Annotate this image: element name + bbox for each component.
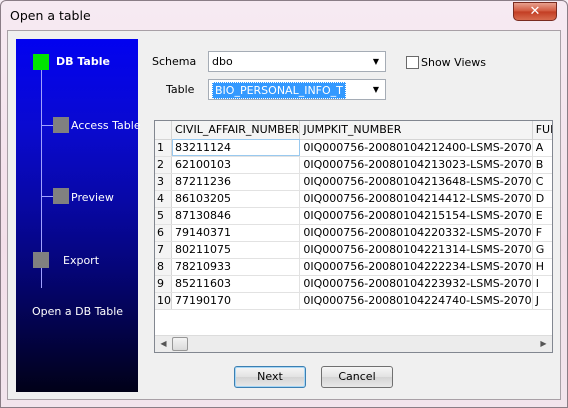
column-header-jumpkit-number[interactable]: JUMPKIT_NUMBER bbox=[299, 121, 533, 140]
scroll-left-icon[interactable]: ◀ bbox=[155, 336, 172, 352]
table-cell[interactable]: 85211603 bbox=[171, 275, 301, 293]
corner-header-cell[interactable] bbox=[155, 121, 172, 140]
table-row[interactable]: 5 87130846 0IQ000756-20080104215154-LSMS-2… bbox=[155, 207, 552, 225]
step-label-access-table: Access Table bbox=[71, 119, 141, 132]
step-connector-preview bbox=[41, 196, 53, 197]
table-cell[interactable]: 0IQ000756-20080104212400-LSMS-2070 bbox=[299, 139, 533, 157]
row-number-cell[interactable]: 5 bbox=[155, 207, 172, 225]
row-number-cell[interactable]: 6 bbox=[155, 224, 172, 242]
table-cell[interactable]: B bbox=[532, 156, 552, 174]
table-cell[interactable]: C bbox=[532, 173, 552, 191]
row-number-cell[interactable]: 3 bbox=[155, 173, 172, 191]
preview-table: CIVIL_AFFAIR_NUMBER JUMPKIT_NUMBER FUL 1… bbox=[155, 121, 552, 310]
column-header-civil-affair-number[interactable]: CIVIL_AFFAIR_NUMBER bbox=[171, 121, 301, 140]
table-cell[interactable]: 83211124 bbox=[171, 139, 301, 157]
step-label-db-table: DB Table bbox=[56, 55, 110, 68]
window-title: Open a table bbox=[10, 8, 91, 23]
table-row[interactable]: 8 78210933 0IQ000756-20080104222234-LSMS-2… bbox=[155, 258, 552, 276]
table-cell[interactable]: 87211236 bbox=[171, 173, 301, 191]
table-row[interactable]: 4 86103205 0IQ000756-20080104214412-LSMS-2… bbox=[155, 190, 552, 208]
table-cell[interactable]: I bbox=[532, 275, 552, 293]
dialog-client-area: DB Table Access Table Preview Export Ope… bbox=[7, 30, 561, 400]
table-dropdown[interactable]: BIO_PERSONAL_INFO_T ▼ bbox=[208, 79, 386, 100]
table-value: BIO_PERSONAL_INFO_T bbox=[212, 82, 346, 99]
dropdown-arrow-icon: ▼ bbox=[372, 57, 380, 66]
preview-data-grid[interactable]: CIVIL_AFFAIR_NUMBER JUMPKIT_NUMBER FUL 1… bbox=[154, 120, 553, 353]
table-row[interactable]: 3 87211236 0IQ000756-20080104213648-LSMS-2… bbox=[155, 173, 552, 191]
table-cell[interactable]: H bbox=[532, 258, 552, 276]
table-cell[interactable]: E bbox=[532, 207, 552, 225]
row-number-cell[interactable]: 8 bbox=[155, 258, 172, 276]
step-connector-access bbox=[41, 125, 53, 126]
table-cell[interactable]: F bbox=[532, 224, 552, 242]
table-cell[interactable]: 0IQ000756-20080104214412-LSMS-2070 bbox=[299, 190, 533, 208]
table-cell[interactable]: 0IQ000756-20080104222234-LSMS-2070 bbox=[299, 258, 533, 276]
dialog-window: Open a table ✕ DB Table Access Table Pre… bbox=[0, 0, 568, 408]
row-number-cell[interactable]: 2 bbox=[155, 156, 172, 174]
table-cell[interactable]: 0IQ000756-20080104213648-LSMS-2070 bbox=[299, 173, 533, 191]
table-cell[interactable]: G bbox=[532, 241, 552, 259]
table-row[interactable]: 10 77190170 0IQ000756-20080104224740-LSMS-… bbox=[155, 292, 552, 310]
table-cell[interactable]: 0IQ000756-20080104215154-LSMS-2070 bbox=[299, 207, 533, 225]
close-button[interactable]: ✕ bbox=[513, 2, 557, 21]
table-cell[interactable]: 87130846 bbox=[171, 207, 301, 225]
scroll-right-icon[interactable]: ▶ bbox=[535, 336, 552, 352]
row-number-cell[interactable]: 4 bbox=[155, 190, 172, 208]
table-cell[interactable]: D bbox=[532, 190, 552, 208]
table-cell[interactable]: 0IQ000756-20080104213023-LSMS-2070 bbox=[299, 156, 533, 174]
scrollbar-thumb[interactable] bbox=[172, 337, 188, 351]
table-cell[interactable]: 79140371 bbox=[171, 224, 301, 242]
step-label-preview: Preview bbox=[71, 191, 114, 204]
title-bar[interactable]: Open a table ✕ bbox=[1, 1, 567, 31]
close-icon: ✕ bbox=[529, 4, 541, 19]
next-button[interactable]: Next bbox=[234, 366, 306, 388]
table-cell[interactable]: 0IQ000756-20080104224740-LSMS-2070 bbox=[299, 292, 533, 310]
grid-header-row: CIVIL_AFFAIR_NUMBER JUMPKIT_NUMBER FUL bbox=[155, 121, 552, 140]
step-description: Open a DB Table bbox=[32, 305, 124, 318]
table-row[interactable]: 7 80211075 0IQ000756-20080104221314-LSMS-2… bbox=[155, 241, 552, 259]
table-cell[interactable]: 0IQ000756-20080104220332-LSMS-2070 bbox=[299, 224, 533, 242]
table-cell[interactable]: 0IQ000756-20080104221314-LSMS-2070 bbox=[299, 241, 533, 259]
show-views-checkbox[interactable] bbox=[406, 56, 419, 69]
table-cell[interactable]: J bbox=[532, 292, 552, 310]
table-cell[interactable]: 0IQ000756-20080104223932-LSMS-2070 bbox=[299, 275, 533, 293]
schema-value: dbo bbox=[212, 55, 233, 68]
column-header-ful[interactable]: FUL bbox=[532, 121, 552, 140]
table-cell[interactable]: A bbox=[532, 139, 552, 157]
step-label-export: Export bbox=[63, 254, 100, 267]
table-cell[interactable]: 80211075 bbox=[171, 241, 301, 259]
horizontal-scrollbar[interactable]: ◀ ▶ bbox=[155, 335, 552, 352]
step-indicator-access bbox=[53, 117, 69, 133]
show-views-label[interactable]: Show Views bbox=[421, 56, 486, 69]
step-current-indicator bbox=[33, 54, 49, 70]
schema-label: Schema bbox=[152, 55, 197, 68]
table-label: Table bbox=[166, 83, 195, 96]
row-number-cell[interactable]: 7 bbox=[155, 241, 172, 259]
row-number-cell[interactable]: 1 bbox=[155, 139, 172, 157]
row-number-cell[interactable]: 9 bbox=[155, 275, 172, 293]
row-number-cell[interactable]: 10 bbox=[155, 292, 172, 310]
wizard-steps-panel: DB Table Access Table Preview Export Ope… bbox=[16, 39, 141, 392]
table-row[interactable]: 1 83211124 0IQ000756-20080104212400-LSMS-2… bbox=[155, 139, 552, 157]
table-cell[interactable]: 86103205 bbox=[171, 190, 301, 208]
schema-dropdown[interactable]: dbo ▼ bbox=[208, 51, 386, 72]
table-cell[interactable]: 62100103 bbox=[171, 156, 301, 174]
step-indicator-preview bbox=[53, 188, 69, 204]
step-indicator-export bbox=[33, 252, 49, 268]
table-row[interactable]: 9 85211603 0IQ000756-20080104223932-LSMS-2… bbox=[155, 275, 552, 293]
table-row[interactable]: 2 62100103 0IQ000756-20080104213023-LSMS-2… bbox=[155, 156, 552, 174]
cancel-button[interactable]: Cancel bbox=[321, 366, 393, 388]
table-cell[interactable]: 78210933 bbox=[171, 258, 301, 276]
table-row[interactable]: 6 79140371 0IQ000756-20080104220332-LSMS-2… bbox=[155, 224, 552, 242]
table-cell[interactable]: 77190170 bbox=[171, 292, 301, 310]
dropdown-arrow-icon: ▼ bbox=[372, 85, 380, 94]
